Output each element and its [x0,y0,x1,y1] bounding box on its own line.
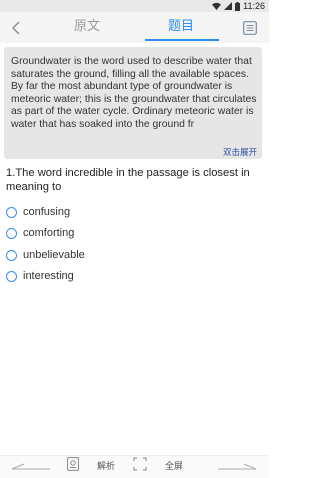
expand-passage-link[interactable]: 双击展开 [223,147,257,157]
list-icon [243,21,257,35]
option-d[interactable]: interesting [6,269,74,283]
radio-button[interactable] [6,249,17,261]
top-nav-bar: 原文 题目 [0,12,269,43]
passage-text: Groundwater is the word used to describe… [11,56,257,130]
status-time: 11:26 [243,1,265,11]
battery-icon [235,1,241,11]
option-label: unbelievable [23,249,85,261]
analysis-label[interactable]: 解析 [97,459,115,472]
wifi-icon [212,2,222,10]
option-c[interactable]: unbelievable [6,248,85,262]
active-tab-indicator [145,39,219,41]
radio-button[interactable] [6,270,17,282]
fullscreen-button[interactable] [133,457,147,471]
status-indicators: 11:26 [212,1,265,11]
passage-fade-overlay [4,131,262,147]
analysis-icon [67,457,79,471]
chevron-left-icon [12,21,20,35]
arrow-right-icon [218,463,257,470]
radio-button[interactable] [6,206,17,218]
fullscreen-label[interactable]: 全屏 [165,459,183,472]
option-label: comforting [23,227,75,239]
status-bar: 11:26 [0,0,269,12]
question-text: 1.The word incredible in the passage is … [6,167,250,193]
arrow-left-icon [11,463,50,470]
passage-preview[interactable]: Groundwater is the word used to describe… [4,47,262,159]
analysis-button[interactable] [67,457,79,471]
option-a[interactable]: confusing [6,205,70,219]
fullscreen-icon [133,457,147,471]
radio-button[interactable] [6,227,17,239]
tab-original-text[interactable]: 原文 [64,12,110,43]
next-question-button[interactable] [216,459,258,473]
back-button[interactable] [11,16,27,38]
previous-question-button[interactable] [10,459,52,473]
option-b[interactable]: comforting [6,226,74,240]
option-label: confusing [23,206,71,218]
option-label: interesting [23,270,74,282]
signal-icon [224,2,233,10]
question-list-button[interactable] [243,21,257,35]
bottom-toolbar: 解析 全屏 [0,455,269,478]
